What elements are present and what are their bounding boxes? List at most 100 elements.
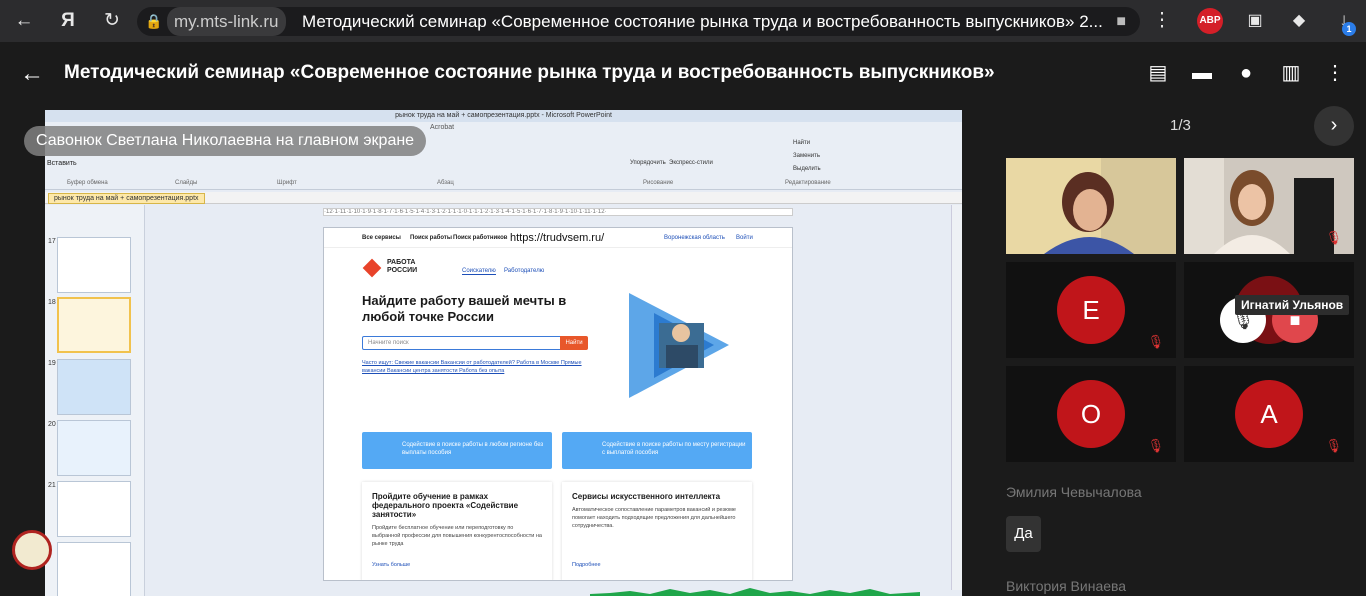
slide-number: 18 <box>48 299 56 306</box>
video-tile[interactable] <box>1006 158 1176 254</box>
slide-number: 19 <box>48 360 56 367</box>
site-nav-services: Все сервисы <box>362 235 401 241</box>
ribbon-group-editing: Редактирование <box>785 180 831 186</box>
adblock-icon[interactable]: ABP <box>1197 8 1223 34</box>
next-page-button[interactable]: › <box>1314 106 1354 146</box>
participant-video <box>1006 158 1176 254</box>
slide-thumbnail[interactable] <box>57 420 131 476</box>
download-badge: 1 <box>1342 22 1356 36</box>
site-brand: РАБОТА РОССИИ <box>387 259 418 274</box>
slide-canvas: Все сервисы Поиск работы Поиск работнико… <box>323 227 793 581</box>
trudvsem-logo-icon <box>362 258 382 278</box>
back-icon[interactable]: ← <box>10 7 38 35</box>
mic-off-icon: 🎙 <box>1147 438 1164 453</box>
document-tabbar: рынок труда на май + самопрезентация.ppt… <box>45 192 962 204</box>
slide-number: 20 <box>48 421 56 428</box>
browser-toolbar: ← Я ↻ 🔒 my.mts-link.ru Методический семи… <box>0 0 1366 42</box>
avatar: О <box>1057 380 1125 448</box>
hero-illustration <box>629 293 729 398</box>
card-link: Подробнее <box>572 562 601 568</box>
slide-thumbnail[interactable] <box>57 481 131 537</box>
notes-icon[interactable]: ▥ <box>1278 60 1304 86</box>
page-title: Методический семинар «Современное состоя… <box>64 62 995 83</box>
info-card-ai: Сервисы искусственного интеллекта Автома… <box>562 482 752 580</box>
chat-icon[interactable]: ▬ <box>1189 60 1215 86</box>
site-headline: Найдите работу вашей мечты в любой точке… <box>362 293 567 324</box>
site-login: Войти <box>736 235 753 241</box>
video-tile[interactable]: Е 🎙 <box>1006 262 1176 358</box>
mic-off-icon: 🎙 <box>1325 438 1342 453</box>
avatar: Е <box>1057 276 1125 344</box>
participants-pager: 1/3 <box>1170 117 1191 134</box>
extension-icon[interactable]: ◆ <box>1285 7 1313 35</box>
participant-name: Виктория Винаева <box>1006 578 1127 594</box>
yandex-icon[interactable]: Я <box>54 7 82 35</box>
slide-thumbnails: 17 18 19 20 21 <box>45 205 145 596</box>
card-link: Узнать больше <box>372 562 411 568</box>
webinar-app: ← Методический семинар «Современное сост… <box>0 42 1366 596</box>
card-text: Пройдите бесплатное обучение или перепод… <box>372 525 542 547</box>
speaker-name-tag: Игнатий Ульянов <box>1235 295 1350 315</box>
university-logo-icon <box>12 530 52 570</box>
slide-thumbnail[interactable] <box>57 542 131 596</box>
bookmark-icon[interactable]: ■ <box>1116 7 1126 36</box>
reload-icon[interactable]: ↻ <box>98 7 126 35</box>
reader-icon[interactable]: ▣ <box>1241 7 1269 35</box>
avatar: А <box>1235 380 1303 448</box>
address-bar[interactable]: 🔒 my.mts-link.ru Методический семинар «С… <box>137 7 1140 36</box>
site-topbar: Все сервисы Поиск работы Поиск работнико… <box>324 228 792 248</box>
ribbon-find[interactable]: Найти <box>793 140 810 146</box>
more-icon[interactable]: ⋮ <box>1148 7 1176 35</box>
mic-off-icon: 🎙 <box>1147 334 1164 349</box>
ribbon-group-paragraph: Абзац <box>437 180 454 186</box>
ribbon-replace[interactable]: Заменить <box>793 153 820 159</box>
mic-off-icon: 🎙 <box>1325 230 1342 245</box>
document-tab[interactable]: рынок труда на май + самопрезентация.ppt… <box>48 193 205 204</box>
site-links: Часто ищут: Свежие вакансии Вакансии от … <box>362 360 582 374</box>
shared-screen: рынок труда на май + самопрезентация.ppt… <box>45 110 962 596</box>
ribbon-acrobat[interactable]: Acrobat <box>430 124 454 131</box>
ribbon-group-slides: Слайды <box>175 180 198 186</box>
site-url: https://trudvsem.ru/ <box>510 232 605 244</box>
card-title: Пройдите обучение в рамках федерального … <box>372 492 519 519</box>
ribbon-group-clipboard: Буфер обмена <box>67 180 108 186</box>
ribbon-paste[interactable]: Вставить <box>47 160 77 167</box>
site-search-button: Найти <box>560 336 588 350</box>
yes-button[interactable]: Да <box>1006 516 1041 552</box>
ruler: ·12·1·11·1·10·1·9·1·8·1·7·1·6·1·5·1·4·1·… <box>323 208 793 216</box>
slide-thumbnail[interactable] <box>57 359 131 415</box>
ribbon-select[interactable]: Выделить <box>793 166 821 172</box>
site-tab-employer: Работодателю <box>504 268 545 274</box>
service-box-1: Содействие в поиске работы в любом регио… <box>362 432 552 469</box>
card-title: Сервисы искусственного интеллекта <box>572 492 721 501</box>
slide-scrollbar[interactable] <box>951 205 962 590</box>
ribbon-group-drawing: Рисование <box>643 180 674 186</box>
tab-title: Методический семинар «Современное состоя… <box>302 12 1103 31</box>
info-card-training: Пройдите обучение в рамках федерального … <box>362 482 552 580</box>
presenter-label: Савонюк Светлана Николаевна на главном э… <box>24 126 427 156</box>
site-nav-job: Поиск работы <box>410 235 452 241</box>
ribbon-arrange[interactable]: Упорядочить <box>630 160 666 166</box>
card-text: Автоматическое сопоставление параметров … <box>572 507 736 529</box>
agenda-icon[interactable]: ▤ <box>1145 60 1171 86</box>
url-domain: my.mts-link.ru <box>167 7 286 36</box>
site-search: Начните поиск <box>362 336 587 350</box>
slide-thumbnail-selected[interactable] <box>57 297 131 353</box>
participant-name: Эмилия Чевычалова <box>1006 484 1142 500</box>
ppt-window-title: рынок труда на май + самопрезентация.ppt… <box>45 110 962 122</box>
slide-thumbnail[interactable] <box>57 237 131 293</box>
video-tile[interactable]: А 🎙 <box>1184 366 1354 462</box>
slide-number: 21 <box>48 482 56 489</box>
site-nav-workers: Поиск работников <box>453 235 508 241</box>
slide-number: 17 <box>48 238 56 245</box>
ribbon-express[interactable]: Экспресс-стили <box>669 160 713 166</box>
site-region: Воронежская область <box>664 235 725 241</box>
menu-icon[interactable]: ⋮ <box>1322 60 1348 86</box>
site-tab-seeker: Соискателю <box>462 268 496 275</box>
service-box-2: Содействие в поиске работы по месту реги… <box>562 432 752 469</box>
video-tile[interactable]: О 🎙 <box>1006 366 1176 462</box>
video-tile[interactable]: 🎙 <box>1184 158 1354 254</box>
participants-icon[interactable]: ● <box>1233 60 1259 86</box>
back-arrow-icon[interactable]: ← <box>20 60 44 88</box>
lock-icon: 🔒 <box>145 13 163 29</box>
